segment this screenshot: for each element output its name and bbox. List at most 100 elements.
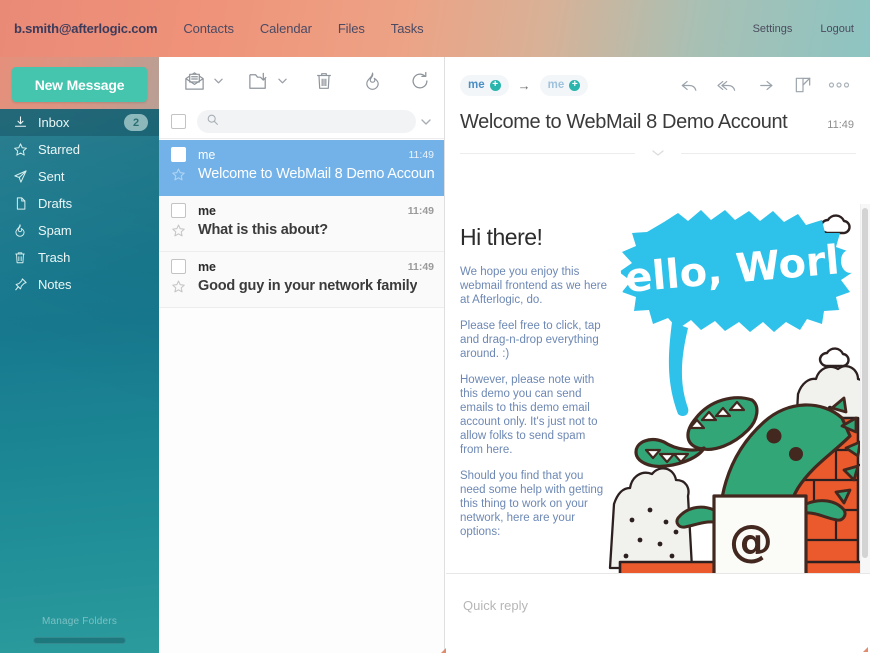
message-participants-row: me → me: [460, 73, 856, 97]
nav-item-tasks[interactable]: Tasks: [391, 21, 424, 36]
nav-item-files[interactable]: Files: [338, 21, 365, 36]
message-body-scrollbar[interactable]: [862, 208, 868, 558]
add-recipient-contact-icon[interactable]: [569, 80, 580, 91]
sidebar-item-notes[interactable]: Notes: [0, 271, 159, 298]
send-icon: [13, 169, 32, 185]
reply-all-icon[interactable]: [708, 72, 746, 98]
sidebar: New Message Inbox 2 Starred: [0, 57, 159, 653]
file-icon: [13, 196, 32, 212]
message-list-item[interactable]: me 11:49 Welcome to WebMail 8 Demo Accou…: [159, 140, 444, 196]
star-icon: [13, 142, 32, 158]
spam-flame-icon[interactable]: [357, 66, 387, 96]
message-row-bottom: What is this about?: [171, 222, 434, 238]
search-filter-chevron-down-icon[interactable]: [416, 119, 436, 125]
webmail-app: b.smith@afterlogic.com Contacts Calendar…: [0, 0, 870, 653]
move-to-folder-chevron-down-icon[interactable]: [273, 66, 291, 96]
sidebar-item-label: Trash: [38, 250, 148, 265]
sidebar-item-spam[interactable]: Spam: [0, 217, 159, 244]
email-text-column: Hi there! We hope you enjoy this webmail…: [460, 224, 608, 551]
more-options-icon[interactable]: [822, 72, 856, 98]
message-view-panel: me → me: [446, 57, 870, 653]
quick-reply-placeholder: Quick reply: [463, 598, 528, 613]
pin-icon: [13, 277, 32, 293]
message-time: 11:49: [409, 149, 435, 161]
settings-link[interactable]: Settings: [753, 23, 793, 35]
header-left-group: b.smith@afterlogic.com Contacts Calendar…: [0, 21, 450, 36]
message-body: Hi there! We hope you enjoy this webmail…: [446, 204, 870, 573]
star-icon[interactable]: [171, 223, 188, 238]
email-paragraph: However, please note with this demo you …: [460, 373, 608, 457]
add-sender-contact-icon[interactable]: [490, 80, 501, 91]
folder-list: Inbox 2 Starred Sent: [0, 109, 159, 298]
message-view-header: me → me: [446, 57, 870, 134]
message-sender: me: [198, 148, 215, 162]
sidebar-item-sent[interactable]: Sent: [0, 163, 159, 190]
message-list-item[interactable]: me 11:49 What is this about?: [159, 196, 444, 252]
message-subject-row: Welcome to WebMail 8 Demo Account 11:49: [460, 111, 856, 134]
message-row-top: me 11:49: [171, 147, 434, 162]
inbox-unread-badge: 2: [124, 114, 148, 131]
manage-folders-link[interactable]: Manage Folders: [0, 616, 159, 627]
mark-read-icon[interactable]: [179, 66, 209, 96]
account-email-label[interactable]: b.smith@afterlogic.com: [14, 21, 157, 36]
move-to-folder-icon[interactable]: [243, 66, 273, 96]
forward-icon[interactable]: [746, 72, 784, 98]
arrow-icon: →: [518, 78, 531, 93]
sidebar-item-label: Sent: [38, 169, 148, 184]
message-body-content: Hi there! We hope you enjoy this webmail…: [446, 204, 870, 573]
message-list-items: me 11:49 Welcome to WebMail 8 Demo Accou…: [159, 140, 444, 653]
email-paragraph: We hope you enjoy this webmail frontend …: [460, 265, 608, 307]
sidebar-item-label: Spam: [38, 223, 148, 238]
message-sender: me: [198, 260, 216, 274]
sidebar-item-trash[interactable]: Trash: [0, 244, 159, 271]
email-greeting: Hi there!: [460, 224, 608, 251]
message-row-top: me 11:49: [171, 259, 434, 274]
select-all-checkbox[interactable]: [171, 114, 186, 129]
quick-reply-area[interactable]: Quick reply: [446, 573, 870, 653]
reply-icon[interactable]: [670, 72, 708, 98]
logout-link[interactable]: Logout: [820, 23, 854, 35]
sender-name: me: [468, 79, 485, 91]
message-row-bottom: Good guy in your network family: [171, 278, 434, 294]
nav-item-contacts[interactable]: Contacts: [183, 21, 234, 36]
message-list-item[interactable]: me 11:49 Good guy in your network family: [159, 252, 444, 308]
star-icon[interactable]: [171, 279, 188, 294]
recipient-pill[interactable]: me: [540, 75, 589, 96]
star-icon[interactable]: [171, 167, 188, 182]
new-message-button[interactable]: New Message: [12, 67, 147, 102]
message-row-top: me 11:49: [171, 203, 434, 218]
email-illustration: Hello, World!: [606, 204, 861, 573]
message-actions: [670, 72, 856, 98]
message-row-bottom: Welcome to WebMail 8 Demo Account: [171, 166, 434, 182]
refresh-icon[interactable]: [405, 66, 435, 96]
search-icon: [206, 113, 219, 131]
delete-trash-icon[interactable]: [309, 66, 339, 96]
message-header-divider: [446, 148, 870, 159]
message-checkbox[interactable]: [171, 259, 186, 274]
flame-icon: [13, 223, 32, 239]
resize-corner-marker: [863, 647, 868, 652]
inbox-icon: [13, 115, 32, 131]
recipient-name: me: [548, 79, 565, 91]
sidebar-item-label: Inbox: [38, 115, 124, 130]
sidebar-item-starred[interactable]: Starred: [0, 136, 159, 163]
message-checkbox[interactable]: [171, 203, 186, 218]
sidebar-item-drafts[interactable]: Drafts: [0, 190, 159, 217]
message-checkbox[interactable]: [171, 147, 186, 162]
sidebar-item-inbox[interactable]: Inbox 2: [0, 109, 159, 136]
sender-pill[interactable]: me: [460, 75, 509, 96]
search-input[interactable]: [225, 115, 416, 129]
nav-item-calendar[interactable]: Calendar: [260, 21, 312, 36]
search-box[interactable]: [197, 110, 416, 133]
open-in-new-window-icon[interactable]: [784, 72, 822, 98]
trash-icon: [13, 250, 32, 266]
sidebar-scrollbar[interactable]: [33, 637, 126, 644]
expand-details-chevron-down-icon[interactable]: [635, 148, 681, 159]
header-right-group: Settings Logout: [725, 23, 870, 35]
message-subject: Good guy in your network family: [198, 278, 417, 294]
mark-read-chevron-down-icon[interactable]: [209, 66, 227, 96]
sidebar-item-label: Starred: [38, 142, 148, 157]
message-subject: Welcome to WebMail 8 Demo Account: [198, 166, 434, 182]
message-subject: What is this about?: [198, 222, 328, 238]
hello-world-dinosaur-illustration: Hello, World!: [606, 204, 861, 573]
